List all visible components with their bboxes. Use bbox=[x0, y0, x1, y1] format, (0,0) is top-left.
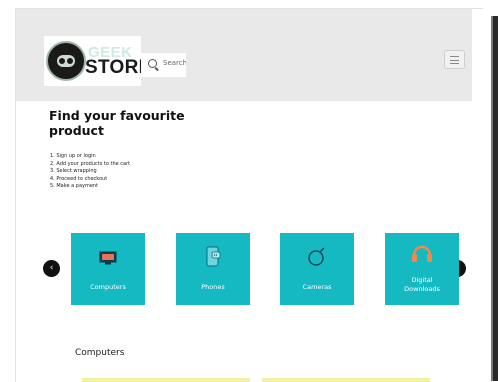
carousel-prev-button[interactable]: ‹ bbox=[43, 260, 60, 277]
steps-list: 1. Sign up or login 2. Add your products… bbox=[50, 153, 130, 191]
headphones-icon bbox=[412, 245, 432, 262]
menu-button[interactable] bbox=[444, 50, 465, 69]
logo[interactable]: GEEK STORE bbox=[44, 36, 151, 86]
category-label: Phones bbox=[201, 283, 225, 291]
scrollbar-track[interactable] bbox=[491, 16, 498, 381]
category-label: Digital Downloads bbox=[404, 276, 440, 293]
camera-icon bbox=[308, 247, 325, 266]
category-card-computers[interactable]: Computers bbox=[71, 233, 145, 305]
app-frame: GEEK STORE Search Find your favourite pr… bbox=[15, 8, 483, 382]
step-item: 3. Select wrapping bbox=[50, 168, 97, 174]
category-card-cameras[interactable]: Cameras bbox=[280, 233, 354, 305]
page-title: Find your favourite product bbox=[49, 108, 185, 138]
logo-mascot-icon bbox=[46, 41, 86, 81]
category-card-phones[interactable]: Phones bbox=[176, 233, 250, 305]
section-title: Computers bbox=[75, 348, 125, 358]
site-header: GEEK STORE Search bbox=[16, 9, 472, 101]
category-label: Cameras bbox=[302, 283, 332, 291]
hamburger-icon bbox=[450, 56, 459, 57]
product-card-top[interactable] bbox=[82, 378, 250, 382]
step-item: 2. Add your products to the cart bbox=[50, 160, 131, 167]
category-label: Computers bbox=[90, 283, 126, 291]
search-placeholder: Search bbox=[163, 59, 186, 67]
chevron-left-icon: ‹ bbox=[49, 263, 54, 273]
category-card-digital-downloads[interactable]: Digital Downloads bbox=[385, 233, 459, 305]
product-card-top[interactable] bbox=[262, 378, 430, 382]
step-item: 4. Proceed to checkout bbox=[50, 175, 108, 182]
step-item: 1. Sign up or login bbox=[50, 153, 96, 159]
search-input[interactable]: Search bbox=[141, 53, 186, 77]
monitor-icon bbox=[99, 251, 117, 265]
step-item: 5. Make a payment bbox=[50, 183, 99, 189]
phone-icon bbox=[206, 246, 221, 267]
search-icon bbox=[148, 59, 157, 68]
